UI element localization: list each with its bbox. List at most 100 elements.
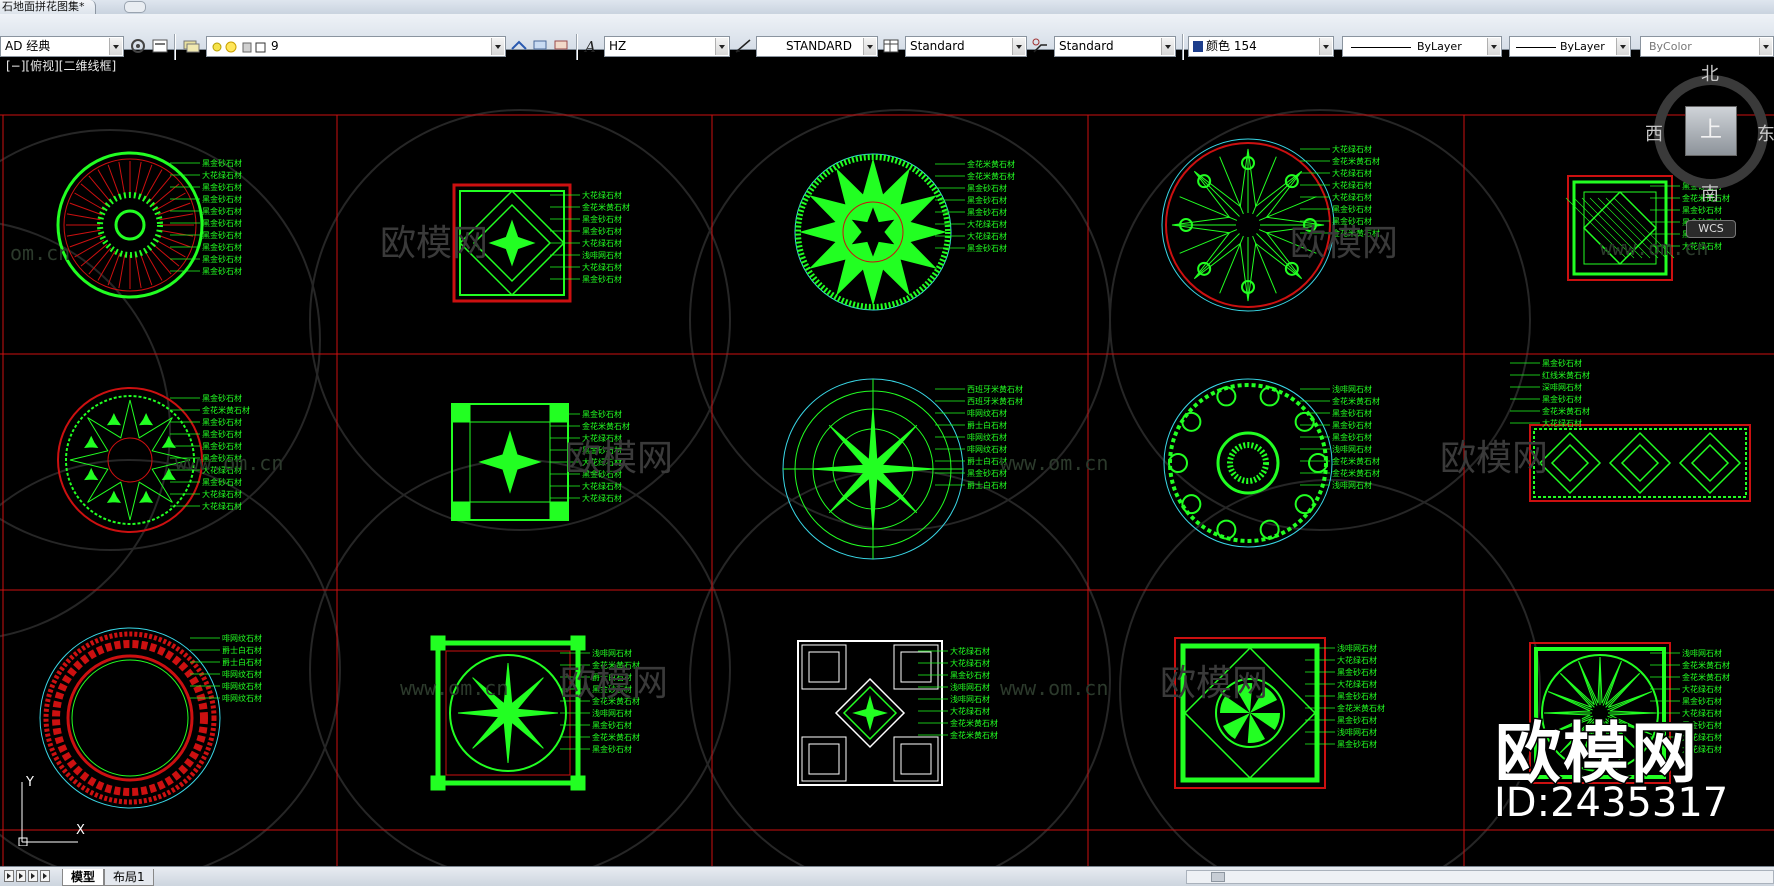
ucs-x-label: X (76, 823, 85, 838)
compass-east[interactable]: 东 (1757, 120, 1774, 146)
material-label: 爵士白石材 (967, 480, 1007, 490)
material-callout: 黑金砂石材 (550, 274, 622, 284)
next-layout-button[interactable] (28, 870, 38, 882)
material-callout: 大花绿石材 (1650, 684, 1722, 694)
scrollbar-thumb[interactable] (1211, 872, 1225, 882)
material-callout: 大花绿石材 (550, 262, 622, 272)
compass-west[interactable]: 西 (1645, 120, 1663, 146)
material-label: 大花绿石材 (1332, 144, 1372, 154)
material-callout: 金花米黄石材 (1300, 396, 1380, 406)
material-label: 黑金砂石材 (1337, 691, 1377, 701)
material-label: 浅啡网石材 (1332, 444, 1372, 454)
material-callout: 黑金砂石材 (1510, 394, 1582, 404)
wcs-menu[interactable]: WCS (1686, 220, 1736, 238)
new-tab-button[interactable] (124, 1, 146, 13)
material-label: 大花绿石材 (967, 219, 1007, 229)
material-label: 大花绿石材 (202, 489, 242, 499)
material-label: 浅啡网石材 (582, 250, 622, 260)
material-label: 金花米黄石材 (1542, 406, 1590, 416)
material-label: 黑金砂石材 (202, 477, 242, 487)
material-label: 浅啡网石材 (1682, 648, 1722, 658)
material-label: 黑金砂石材 (1337, 667, 1377, 677)
material-callout: 黑金砂石材 (170, 254, 242, 264)
material-label: 金花米黄石材 (1332, 156, 1380, 166)
floor-medallion-drawing[interactable]: 浅啡网石材金花米黄石材黑金砂石材黑金砂石材黑金砂石材浅啡网石材金花米黄石材金花米… (1163, 378, 1380, 548)
material-callout: 金花米黄石材 (1510, 406, 1590, 416)
material-label: 啡网纹石材 (222, 681, 262, 691)
watermark-brand-text: 欧模网 (560, 663, 668, 704)
material-callout: 大花绿石材 (918, 646, 990, 656)
last-layout-button[interactable] (40, 870, 50, 882)
watermark-brand-text: 欧模网 (1290, 223, 1398, 264)
material-label: 大花绿石材 (582, 493, 622, 503)
watermark-url: www.om.cn (1000, 451, 1108, 475)
floor-medallion-drawing[interactable]: 浅啡网石材金花米黄石材爵士白石材黑金砂石材金花米黄石材浅啡网石材黑金砂石材金花米… (430, 635, 640, 791)
material-callout: 啡网纹石材 (190, 693, 262, 703)
material-label: 金花米黄石材 (1332, 456, 1380, 466)
material-callout: 大花绿石材 (170, 170, 242, 180)
material-label: 黑金砂石材 (582, 214, 622, 224)
material-label: 黑金砂石材 (1542, 394, 1582, 404)
material-label: 金花米黄石材 (582, 202, 630, 212)
material-label: 啡网纹石材 (967, 408, 1007, 418)
floor-medallion-drawing[interactable]: 黑金砂石材大花绿石材黑金砂石材黑金砂石材黑金砂石材黑金砂石材黑金砂石材黑金砂石材… (56, 151, 242, 299)
document-tab[interactable]: 石地面拼花图集* (0, 0, 96, 14)
material-callout: 金花米黄石材 (550, 202, 630, 212)
material-callout: 黑金砂石材 (170, 393, 242, 403)
material-callout: 浅啡网石材 (1300, 384, 1372, 394)
material-callout: 爵士白石材 (935, 420, 1007, 430)
material-label: 黑金砂石材 (1337, 739, 1377, 749)
material-label: 西班牙米黄石材 (967, 384, 1023, 394)
material-callout: 金花米黄石材 (918, 730, 998, 740)
first-layout-button[interactable] (4, 870, 14, 882)
material-label: 浅啡网石材 (950, 682, 990, 692)
material-callout: 黑金砂石材 (1300, 204, 1372, 214)
viewcube[interactable]: 北 西 东 南 上 WCS (1645, 60, 1774, 260)
material-label: 金花米黄石材 (950, 730, 998, 740)
watermark-url-partial: om.cn (10, 241, 70, 265)
material-callout: 黑金砂石材 (935, 183, 1007, 193)
material-callout: 大花绿石材 (170, 501, 242, 511)
material-label: 金花米黄石材 (967, 171, 1015, 181)
material-label: 黑金砂石材 (967, 183, 1007, 193)
material-label: 金花米黄石材 (967, 159, 1015, 169)
layout-tab-bar: 模型 布局1 (0, 866, 1774, 886)
material-callout: 黑金砂石材 (1300, 432, 1372, 442)
material-callout: 啡网纹石材 (935, 444, 1007, 454)
material-callout: 黑金砂石材 (170, 417, 242, 427)
material-label: 黑金砂石材 (202, 429, 242, 439)
material-label: 黑金砂石材 (202, 441, 242, 451)
floor-medallion-drawing[interactable]: 金花米黄石材金花米黄石材黑金砂石材黑金砂石材黑金砂石材大花绿石材大花绿石材黑金砂… (794, 153, 1015, 311)
ucs-icon: Y X (18, 776, 85, 846)
compass-south[interactable]: 南 (1701, 180, 1719, 206)
material-label: 黑金砂石材 (582, 274, 622, 284)
material-label: 金花米黄石材 (1337, 703, 1385, 713)
material-label: 黑金砂石材 (1332, 420, 1372, 430)
material-label: 黑金砂石材 (202, 230, 242, 240)
material-callout: 浅啡网石材 (918, 694, 990, 704)
floor-medallion-drawing[interactable]: 黑金砂石材红线米黄石材深啡网石材黑金砂石材金花米黄石材大花绿石材 (1510, 358, 1751, 502)
prev-layout-button[interactable] (16, 870, 26, 882)
material-label: 大花绿石材 (202, 501, 242, 511)
compass-north[interactable]: 北 (1701, 60, 1719, 86)
material-label: 黑金砂石材 (202, 242, 242, 252)
material-label: 黑金砂石材 (1337, 715, 1377, 725)
material-callout: 大花绿石材 (1300, 192, 1372, 202)
material-label: 啡网纹石材 (222, 669, 262, 679)
floor-medallion-drawing[interactable]: 西班牙米黄石材西班牙米黄石材啡网纹石材爵士白石材啡网纹石材啡网纹石材爵士白石材黑… (782, 378, 1023, 560)
floor-medallion-drawing[interactable]: 浅啡网石材大花绿石材黑金砂石材大花绿石材黑金砂石材金花米黄石材黑金砂石材浅啡网石… (1174, 637, 1385, 789)
material-callout: 大花绿石材 (918, 706, 990, 716)
material-callout: 黑金砂石材 (918, 670, 990, 680)
viewcube-top-face[interactable]: 上 (1685, 106, 1737, 156)
tab-model[interactable]: 模型 (62, 869, 105, 886)
material-label: 浅啡网石材 (950, 694, 990, 704)
viewport-controls-label[interactable]: [−][俯视][二维线框] (6, 57, 116, 74)
material-label: 大花绿石材 (950, 646, 990, 656)
floor-medallion-drawing[interactable]: 大花绿石材大花绿石材黑金砂石材浅啡网石材浅啡网石材大花绿石材金花米黄石材金花米黄… (797, 640, 998, 786)
horizontal-scrollbar[interactable] (1186, 870, 1774, 884)
material-callout: 黑金砂石材 (170, 158, 242, 168)
tab-layout1[interactable]: 布局1 (104, 869, 154, 886)
watermark-url: www.om.cn (1000, 676, 1108, 700)
material-callout: 浅啡网石材 (550, 250, 622, 260)
material-callout: 大花绿石材 (1300, 180, 1372, 190)
